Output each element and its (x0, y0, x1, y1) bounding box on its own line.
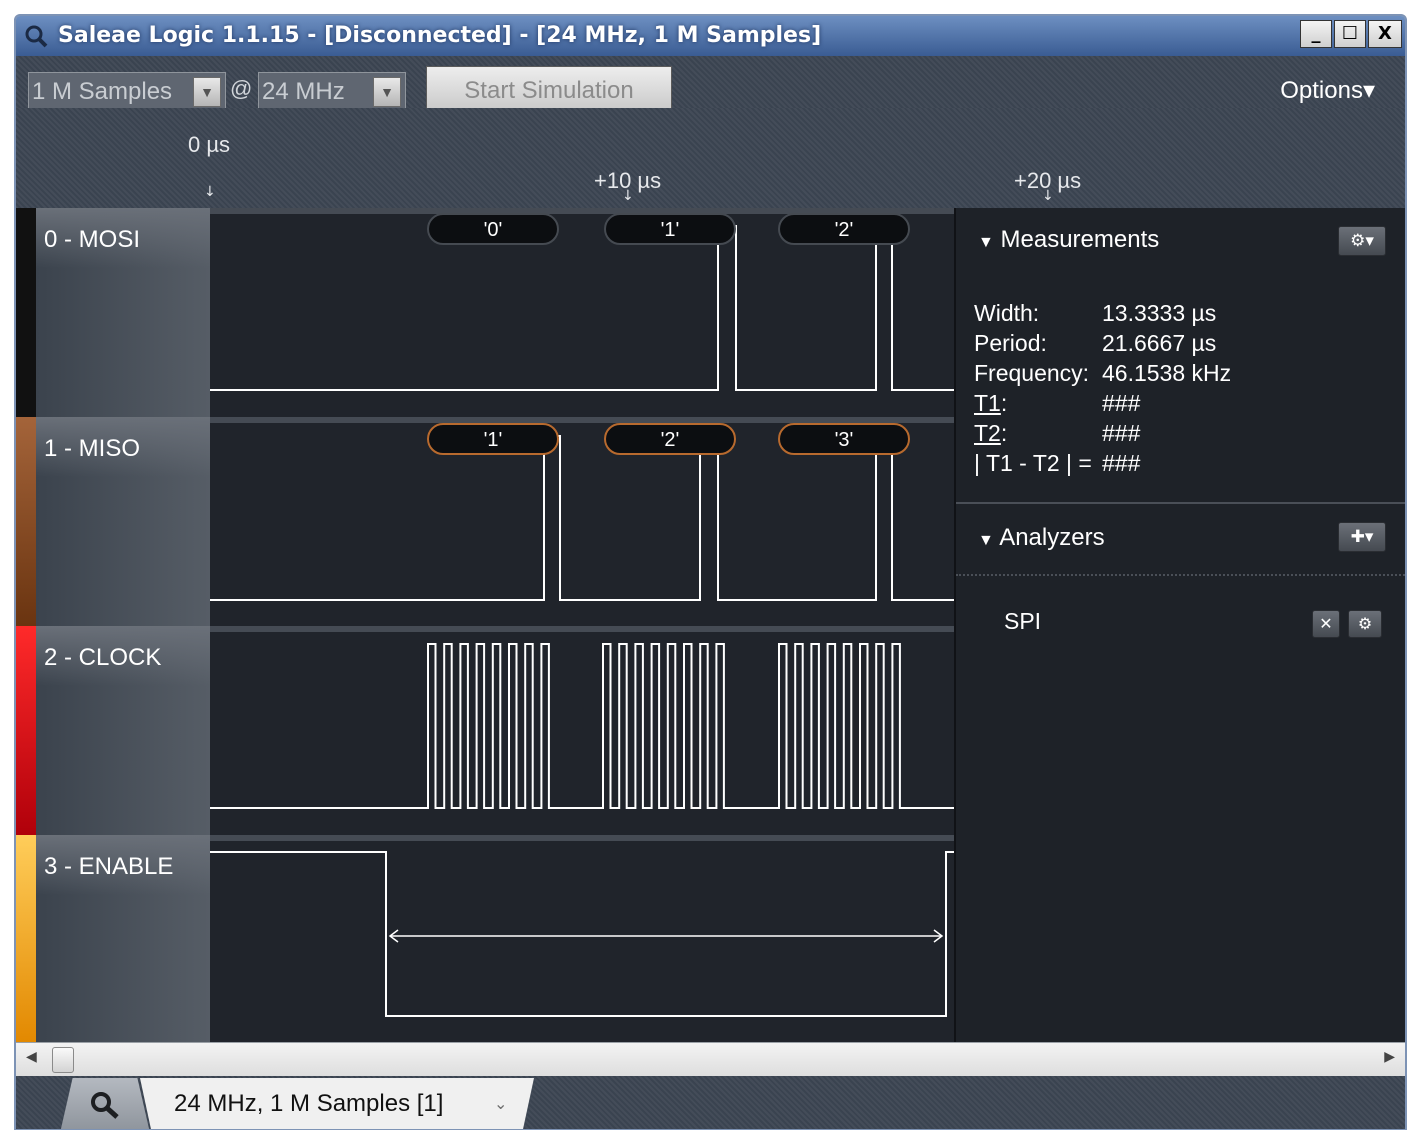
period-value: 21.6667 µs (1102, 330, 1217, 356)
add-analyzer-button[interactable]: ✚▾ (1338, 522, 1386, 552)
channel-color-mosi (16, 208, 36, 417)
mosi-value: '2' (835, 219, 854, 241)
t1-label[interactable]: T1: (974, 390, 1007, 417)
analyzers-header[interactable]: ▼ Analyzers (978, 524, 1105, 552)
maximize-button[interactable]: ☐ (1334, 20, 1366, 48)
period-label: Period: (974, 330, 1047, 356)
remove-analyzer-button[interactable]: ✕ (1312, 610, 1340, 638)
t1-value: ### (1102, 390, 1141, 416)
frequency-value: 46.1538 kHz (1102, 360, 1232, 386)
plus-icon: ✚▾ (1350, 527, 1374, 547)
t2-label[interactable]: T2: (974, 420, 1007, 447)
miso-value: '3' (835, 429, 854, 451)
gear-icon: ⚙▾ (1350, 231, 1374, 251)
channel-header-enable[interactable]: 3 - ENABLE (36, 835, 210, 1044)
scroll-thumb[interactable] (52, 1047, 74, 1073)
search-tab[interactable] (60, 1078, 150, 1129)
analyzers-divider (956, 574, 1405, 576)
channel-color-miso (16, 417, 36, 626)
width-value: 13.3333 µs (1102, 300, 1217, 326)
clock-trace (210, 643, 954, 809)
t1-link[interactable]: T1 (974, 390, 1001, 416)
rate-select-value: 24 MHz (262, 78, 345, 105)
timeline-ruler[interactable]: 0 µs ↓ +10 µs ↓ +20 µs ↓ (16, 108, 1405, 208)
options-menu[interactable]: Options▾ (1280, 76, 1375, 105)
search-icon (91, 1092, 119, 1119)
channel-label-mosi: 0 - MOSI (44, 226, 141, 253)
diff-value: ### (1102, 450, 1141, 476)
close-icon: ✕ (1319, 614, 1333, 633)
width-label: Width: (974, 300, 1040, 326)
analyzers-title: Analyzers (999, 524, 1105, 551)
mosi-value: '0' (484, 219, 503, 241)
mark-10-tick-icon: ↓ (622, 188, 634, 204)
tab-bar: 24 MHz, 1 M Samples [1] ⌄ (16, 1076, 1405, 1129)
session-tab-label: 24 MHz, 1 M Samples [1] (174, 1090, 444, 1117)
channel-color-enable (16, 835, 36, 1044)
app-logo-icon (25, 25, 48, 48)
chevron-down-icon[interactable]: ▼ (193, 77, 221, 107)
miso-decoded: '1' '2' '3' (427, 423, 910, 455)
measurements-header[interactable]: ▼ Measurements (978, 226, 1159, 254)
analyzer-item-spi[interactable]: SPI (1004, 608, 1041, 635)
mosi-value: '1' (661, 219, 680, 241)
side-panel: ▼ Measurements ⚙▾ Width: 13.3333 µs Peri… (954, 208, 1405, 1042)
t2-value: ### (1102, 420, 1141, 446)
close-button[interactable]: X (1368, 20, 1402, 48)
channel-header-mosi[interactable]: 0 - MOSI (36, 208, 210, 417)
analyzer-settings-button[interactable]: ⚙ (1348, 610, 1382, 638)
frequency-label: Frequency: (974, 360, 1090, 386)
waveforms: '0' '1' '2' '1' '2' '3' (210, 213, 954, 1017)
title-bar: Saleae Logic 1.1.15 - [Disconnected] - [… (16, 16, 1405, 56)
diff-label: | T1 - T2 | = (974, 450, 1092, 476)
minimize-button[interactable]: _ (1300, 20, 1332, 48)
measurements-title: Measurements (1000, 226, 1160, 253)
channel-header-miso[interactable]: 1 - MISO (36, 417, 210, 626)
channel-label-enable: 3 - ENABLE (44, 853, 174, 880)
miso-value: '1' (484, 429, 503, 451)
app-window: Saleae Logic 1.1.15 - [Disconnected] - [… (14, 14, 1407, 1130)
origin-tick-icon: ↓ (204, 184, 216, 200)
miso-trace (210, 435, 954, 601)
t2-link[interactable]: T2 (974, 420, 1001, 446)
samples-select-value: 1 M Samples (32, 78, 173, 105)
scroll-right-icon[interactable]: ▶ (1384, 1049, 1395, 1065)
collapse-triangle-icon: ▼ (978, 234, 994, 251)
t2-colon: : (1000, 420, 1008, 446)
channel-label-miso: 1 - MISO (44, 435, 141, 462)
width-marker (388, 929, 944, 943)
mosi-decoded: '0' '1' '2' (427, 213, 910, 245)
samples-select[interactable]: 1 M Samples ▼ (28, 72, 226, 112)
panel-divider (956, 502, 1405, 504)
collapse-triangle-icon: ▼ (978, 532, 994, 549)
enable-trace (210, 851, 954, 1017)
chevron-down-icon[interactable]: ▼ (373, 77, 401, 107)
mosi-trace (210, 225, 954, 391)
at-label: @ (230, 76, 253, 101)
channel-label-clock: 2 - CLOCK (44, 644, 162, 671)
session-tab[interactable]: 24 MHz, 1 M Samples [1] ⌄ (140, 1078, 534, 1129)
rate-select[interactable]: 24 MHz ▼ (258, 72, 406, 112)
miso-value: '2' (661, 429, 680, 451)
chevron-down-icon[interactable]: ⌄ (494, 1094, 507, 1113)
time-origin-label: 0 µs (188, 132, 231, 157)
scroll-left-icon[interactable]: ◀ (26, 1049, 37, 1065)
horizontal-scrollbar[interactable]: ◀ ▶ (16, 1042, 1405, 1076)
t1-colon: : (1000, 390, 1008, 416)
channel-header-clock[interactable]: 2 - CLOCK (36, 626, 210, 835)
toolbar: 1 M Samples ▼ @ 24 MHz ▼ Start Simulatio… (16, 56, 1405, 116)
gear-icon: ⚙ (1357, 614, 1373, 633)
channel-color-clock (16, 626, 36, 835)
measurements-settings-button[interactable]: ⚙▾ (1338, 226, 1386, 256)
mark-20-tick-icon: ↓ (1042, 188, 1054, 204)
window-title: Saleae Logic 1.1.15 - [Disconnected] - [… (58, 23, 822, 48)
